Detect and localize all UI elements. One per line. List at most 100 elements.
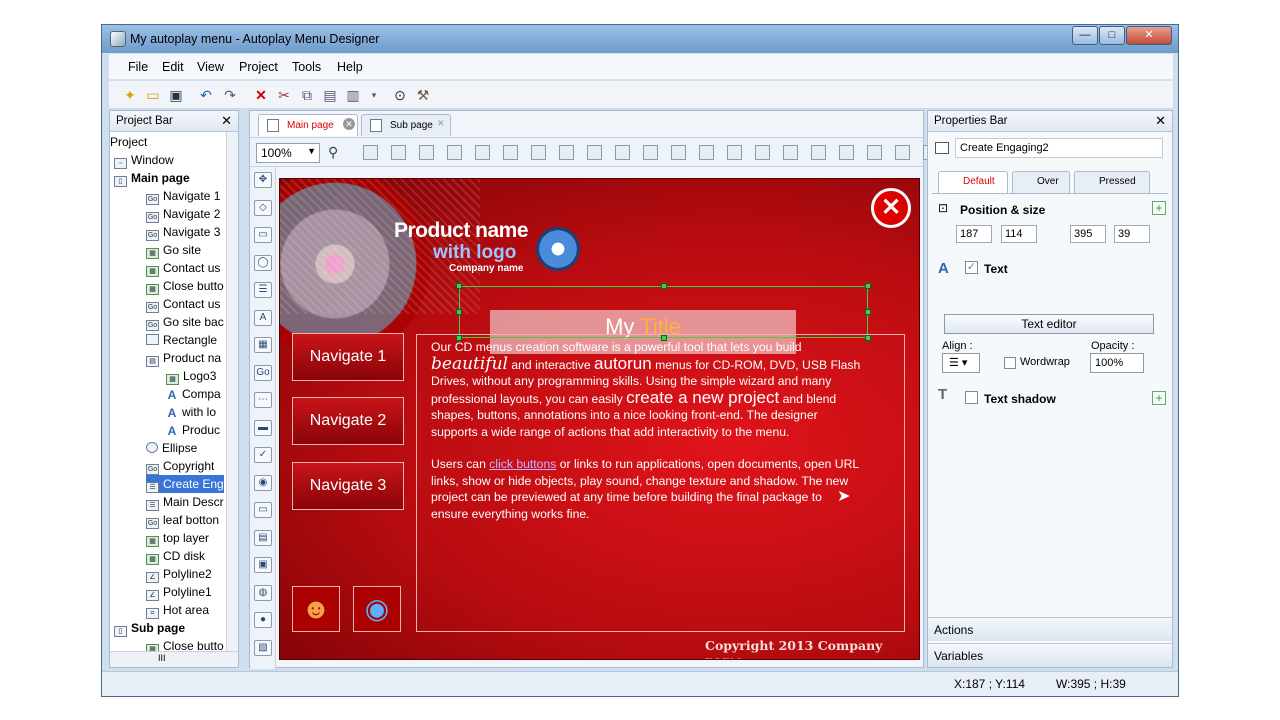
wordwrap-checkbox[interactable]: [1004, 357, 1016, 369]
tree-item[interactable]: ☰ Create Eng: [146, 475, 224, 493]
resize-handle[interactable]: [456, 283, 462, 289]
resize-handle[interactable]: [865, 283, 871, 289]
variables-panel-header[interactable]: Variables: [928, 643, 1172, 667]
tree-item[interactable]: ▦ Logo3: [166, 367, 216, 385]
align-tool-icon[interactable]: [643, 145, 658, 160]
close-pane-icon[interactable]: ✕: [1155, 113, 1166, 129]
drawing-tool-icon[interactable]: ✥: [254, 172, 272, 188]
delete-icon[interactable]: ✕: [252, 86, 270, 104]
x-field[interactable]: 187: [956, 225, 992, 243]
drawing-tool-icon[interactable]: ▬: [254, 419, 272, 436]
drawing-tool-icon[interactable]: ▧: [254, 639, 272, 656]
align-tool-icon[interactable]: [755, 145, 770, 160]
tree-item[interactable]: ▫ Window: [114, 151, 174, 169]
expand-plus-icon[interactable]: +: [1152, 391, 1166, 405]
navigate-3-button[interactable]: Navigate 3: [292, 462, 404, 510]
close-pane-icon[interactable]: ✕: [221, 113, 232, 129]
align-tool-icon[interactable]: [531, 145, 546, 160]
close-button-image[interactable]: ✕: [871, 188, 911, 228]
close-tab-icon[interactable]: ✕: [343, 118, 355, 130]
build-icon[interactable]: ⚒: [414, 86, 432, 104]
menu-project[interactable]: Project: [239, 60, 278, 74]
menu-canvas[interactable]: Product name with logo Company name ✕ My…: [279, 178, 920, 660]
drawing-tool-icon[interactable]: ▤: [254, 529, 272, 546]
align-select[interactable]: ☰ ▾: [942, 353, 980, 373]
align-tool-icon[interactable]: [559, 145, 574, 160]
text-editor-button[interactable]: Text editor: [944, 314, 1154, 334]
open-folder-icon[interactable]: ▭: [144, 86, 162, 104]
tree-item[interactable]: Go Navigate 1: [146, 187, 220, 205]
paste-icon[interactable]: ▤: [321, 86, 339, 104]
maximize-button[interactable]: □: [1099, 26, 1125, 45]
drawing-tool-icon[interactable]: ▦: [254, 337, 272, 353]
expand-plus-icon[interactable]: +: [1152, 201, 1166, 215]
align-tool-icon[interactable]: [671, 145, 686, 160]
resize-handle[interactable]: [865, 309, 871, 315]
save-icon[interactable]: ▣: [167, 86, 185, 104]
cut-icon[interactable]: ✂: [275, 86, 293, 104]
tree-item[interactable]: Go Contact us: [146, 295, 220, 313]
align-tool-icon[interactable]: [867, 145, 882, 160]
drawing-tool-icon[interactable]: ◇: [254, 199, 272, 216]
close-window-button[interactable]: ✕: [1126, 26, 1172, 45]
tree-item[interactable]: Go Navigate 2: [146, 205, 220, 223]
menu-tools[interactable]: Tools: [292, 60, 321, 74]
tree-item[interactable]: A Produc: [166, 421, 220, 439]
align-tool-icon[interactable]: [783, 145, 798, 160]
drawing-tool-icon[interactable]: ▣: [254, 557, 272, 573]
close-tab-icon[interactable]: ✕: [437, 118, 445, 129]
drawing-tool-icon[interactable]: ☰: [254, 282, 272, 298]
tree-item[interactable]: ▦ Go site: [146, 241, 201, 259]
drawing-tool-icon[interactable]: ◉: [254, 474, 272, 491]
tree-item[interactable]: Ellipse: [146, 439, 197, 457]
copy-icon[interactable]: ⧉: [298, 86, 316, 104]
tree-item[interactable]: Project: [110, 133, 147, 151]
tab-over-state[interactable]: Over: [1012, 171, 1070, 193]
height-field[interactable]: 39: [1114, 225, 1150, 243]
zoom-icon[interactable]: ⚲: [328, 144, 338, 161]
align-tool-icon[interactable]: [419, 145, 434, 160]
actions-panel-header[interactable]: Actions: [928, 617, 1172, 641]
main-description-textbox[interactable]: Our CD menus creation software is a powe…: [416, 334, 905, 632]
align-tool-icon[interactable]: [391, 145, 406, 160]
selection-box[interactable]: [456, 283, 871, 341]
preview-icon[interactable]: ⊙: [391, 86, 409, 104]
y-field[interactable]: 114: [1001, 225, 1037, 243]
align-tool-icon[interactable]: [895, 145, 910, 160]
text-shadow-checkbox[interactable]: [965, 391, 978, 404]
tree-item[interactable]: ☰ Main Descr: [146, 493, 224, 511]
align-tool-icon[interactable]: [475, 145, 490, 160]
align-tool-icon[interactable]: [811, 145, 826, 160]
drawing-tool-icon[interactable]: Go: [254, 364, 272, 381]
drawing-tool-icon[interactable]: A: [254, 309, 272, 326]
new-icon[interactable]: ✦: [121, 86, 139, 104]
tab-default-state[interactable]: Default: [938, 171, 1008, 193]
opacity-field[interactable]: 100%: [1090, 353, 1144, 373]
drawing-tool-icon[interactable]: ▭: [254, 227, 272, 243]
menu-help[interactable]: Help: [337, 60, 363, 74]
tree-item[interactable]: ▦ Close butto: [146, 277, 224, 295]
dropdown-arrow-icon[interactable]: ▾: [365, 86, 383, 104]
tree-vertical-scrollbar[interactable]: [226, 132, 238, 652]
resize-handle[interactable]: [661, 283, 667, 289]
object-name-field[interactable]: Create Engaging2: [955, 138, 1163, 158]
drawing-tool-icon[interactable]: ◯: [254, 254, 272, 271]
undo-icon[interactable]: ↶: [197, 86, 215, 104]
tree-item[interactable]: Go Copyright: [146, 457, 214, 475]
tree-horizontal-scrollbar[interactable]: III: [110, 651, 238, 667]
redo-icon[interactable]: ↷: [221, 86, 239, 104]
tree-item[interactable]: ⌗ Hot area: [146, 601, 209, 619]
go-site-button[interactable]: ◉: [353, 586, 401, 632]
menu-view[interactable]: View: [197, 60, 224, 74]
tree-item[interactable]: Go Go site bac: [146, 313, 224, 331]
width-field[interactable]: 395: [1070, 225, 1106, 243]
navigate-1-button[interactable]: Navigate 1: [292, 333, 404, 381]
tree-item[interactable]: Awith lo: [166, 403, 216, 421]
tab-main-page[interactable]: Main page ✕: [258, 114, 358, 136]
drawing-tool-icon[interactable]: ▭: [254, 502, 272, 518]
tree-item[interactable]: ∠ Polyline2: [146, 565, 212, 583]
paste-special-icon[interactable]: ▥: [344, 86, 362, 104]
tree-item[interactable]: ∠ Polyline1: [146, 583, 212, 601]
menu-edit[interactable]: Edit: [162, 60, 184, 74]
tree-item[interactable]: Go leaf botton: [146, 511, 219, 529]
